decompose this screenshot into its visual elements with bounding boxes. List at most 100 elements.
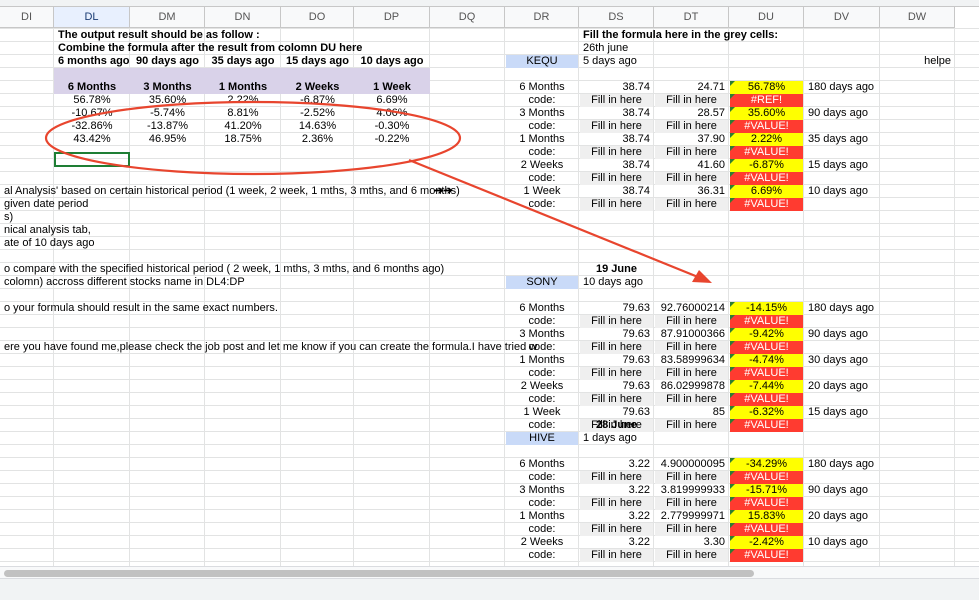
period-label[interactable]: 3 Months	[506, 328, 578, 341]
column-header-dt[interactable]: DT	[654, 7, 729, 28]
spreadsheet-grid[interactable]: DI DL DM DN DO DP DQ DR DS DT DU DV DW The output re…	[0, 0, 979, 566]
result-value[interactable]: 14.63%	[282, 120, 353, 133]
days-ago[interactable]: 90 days ago	[805, 484, 879, 497]
result-value[interactable]: -13.87%	[131, 120, 204, 133]
note-text[interactable]: o compare with the specified historical …	[1, 263, 907, 276]
column-header-dp[interactable]: DP	[354, 7, 430, 28]
column-header-dn[interactable]: DN	[205, 7, 281, 28]
historical-price[interactable]: 28.57	[655, 107, 728, 120]
table-header[interactable]: 1 Week	[355, 81, 429, 94]
current-price[interactable]: 38.74	[580, 159, 653, 172]
period-subheader[interactable]: 6 months ago	[55, 55, 130, 68]
fill-in-cell[interactable]: Fill in here	[655, 120, 728, 133]
scrollbar-thumb[interactable]	[4, 570, 754, 577]
result-value[interactable]: -6.87%	[282, 94, 353, 107]
current-price[interactable]: 3.22	[580, 458, 653, 471]
error-cell[interactable]: #VALUE!	[730, 471, 803, 484]
helper-text[interactable]: helpe	[881, 55, 954, 68]
change-percent[interactable]: 2.22%	[730, 133, 803, 146]
result-value[interactable]: 56.78%	[55, 94, 129, 107]
fill-in-cell[interactable]: Fill in here	[580, 172, 653, 185]
current-price[interactable]: 38.74	[580, 81, 653, 94]
historical-price[interactable]: 85	[655, 406, 728, 419]
fill-in-cell[interactable]: Fill in here	[580, 523, 653, 536]
column-header-dv[interactable]: DV	[804, 7, 880, 28]
code-label[interactable]: code:	[506, 146, 578, 159]
result-value[interactable]: 8.81%	[206, 107, 280, 120]
current-price[interactable]: 3.22	[580, 484, 653, 497]
days-ago[interactable]: 10 days ago	[805, 536, 879, 549]
change-percent[interactable]: -14.15%	[730, 302, 803, 315]
historical-price[interactable]: 37.90	[655, 133, 728, 146]
code-label[interactable]: code:	[506, 341, 578, 354]
result-value[interactable]: -0.22%	[355, 133, 429, 146]
days-ago[interactable]: 30 days ago	[805, 354, 879, 367]
result-value[interactable]: -2.52%	[282, 107, 353, 120]
change-percent[interactable]: -2.42%	[730, 536, 803, 549]
fill-in-cell[interactable]: Fill in here	[655, 393, 728, 406]
days-ago[interactable]: 15 days ago	[805, 159, 879, 172]
column-header-do[interactable]: DO	[281, 7, 354, 28]
code-label[interactable]: code:	[506, 523, 578, 536]
current-price[interactable]: 38.74	[580, 133, 653, 146]
stock-date[interactable]: 19 June	[580, 263, 653, 276]
error-cell[interactable]: #VALUE!	[730, 393, 803, 406]
stock-ago[interactable]: 10 days ago	[580, 276, 653, 289]
historical-price[interactable]: 83.58999634	[655, 354, 728, 367]
error-cell[interactable]: #VALUE!	[730, 315, 803, 328]
historical-price[interactable]: 86.02999878	[655, 380, 728, 393]
code-label[interactable]: code:	[506, 94, 578, 107]
fill-in-cell[interactable]: Fill in here	[655, 198, 728, 211]
period-subheader[interactable]: 15 days ago	[282, 55, 353, 68]
code-label[interactable]: code:	[506, 471, 578, 484]
historical-price[interactable]: 24.71	[655, 81, 728, 94]
change-percent[interactable]: 35.60%	[730, 107, 803, 120]
days-ago[interactable]: 35 days ago	[805, 133, 879, 146]
historical-price[interactable]: 36.31	[655, 185, 728, 198]
period-label[interactable]: 2 Weeks	[506, 159, 578, 172]
period-subheader[interactable]: 10 days ago	[355, 55, 429, 68]
error-cell[interactable]: #REF!	[730, 94, 803, 107]
period-label[interactable]: 1 Months	[506, 354, 578, 367]
error-cell[interactable]: #VALUE!	[730, 367, 803, 380]
stock-name[interactable]: KEQU	[506, 55, 578, 68]
result-value[interactable]: 18.75%	[206, 133, 280, 146]
instruction-subheader[interactable]: Combine the formula after the result fro…	[55, 42, 961, 55]
change-percent[interactable]: -6.87%	[730, 159, 803, 172]
change-percent[interactable]: 6.69%	[730, 185, 803, 198]
historical-price[interactable]: 3.30	[655, 536, 728, 549]
note-text[interactable]: colomn) accross different stocks name in…	[1, 276, 907, 289]
change-percent[interactable]: 56.78%	[730, 81, 803, 94]
fill-in-cell[interactable]: Fill in here	[655, 367, 728, 380]
table-header[interactable]: 3 Months	[131, 81, 204, 94]
current-price[interactable]: 38.74	[580, 185, 653, 198]
change-percent[interactable]: -9.42%	[730, 328, 803, 341]
stock-date[interactable]: 26th june	[580, 42, 653, 55]
note-text[interactable]: ate of 10 days ago	[1, 237, 907, 250]
historical-price[interactable]: 92.76000214	[655, 302, 728, 315]
period-label[interactable]: 3 Months	[506, 107, 578, 120]
days-ago[interactable]: 180 days ago	[805, 302, 879, 315]
result-value[interactable]: 41.20%	[206, 120, 280, 133]
fill-in-cell[interactable]: Fill in here	[580, 393, 653, 406]
fill-in-cell[interactable]: Fill in here	[580, 341, 653, 354]
fill-in-cell[interactable]: Fill in here	[655, 172, 728, 185]
error-cell[interactable]: #VALUE!	[730, 341, 803, 354]
change-percent[interactable]: -6.32%	[730, 406, 803, 419]
stock-date[interactable]: 28 June	[580, 419, 653, 432]
period-label[interactable]: 1 Week	[506, 185, 578, 198]
column-header-dw[interactable]: DW	[880, 7, 955, 28]
days-ago[interactable]: 180 days ago	[805, 81, 879, 94]
historical-price[interactable]: 87.91000366	[655, 328, 728, 341]
current-price[interactable]: 3.22	[580, 536, 653, 549]
period-label[interactable]: 1 Months	[506, 510, 578, 523]
current-price[interactable]: 79.63	[580, 380, 653, 393]
table-header[interactable]: 2 Weeks	[282, 81, 353, 94]
code-label[interactable]: code:	[506, 315, 578, 328]
period-label[interactable]: 1 Months	[506, 133, 578, 146]
selected-cell[interactable]	[54, 152, 130, 167]
note-text[interactable]: s)	[1, 211, 907, 224]
period-label[interactable]: 2 Weeks	[506, 380, 578, 393]
fill-in-cell[interactable]: Fill in here	[580, 549, 653, 562]
stock-ago[interactable]: 5 days ago	[580, 55, 653, 68]
